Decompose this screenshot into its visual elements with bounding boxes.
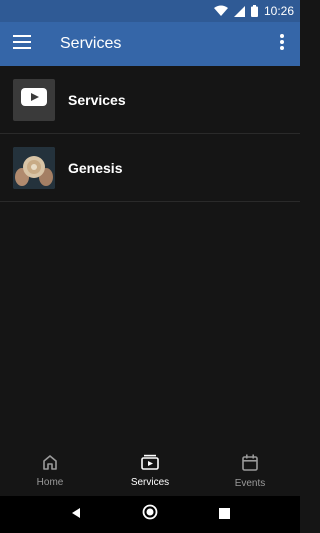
recents-icon[interactable] xyxy=(218,506,230,524)
nav-item-home[interactable]: Home xyxy=(0,446,100,496)
overflow-menu-button[interactable] xyxy=(264,22,300,66)
nav-label: Services xyxy=(130,477,170,488)
app-bar: Services xyxy=(0,22,300,66)
video-library-icon xyxy=(141,454,159,473)
thumbnail xyxy=(13,78,55,121)
services-list: Services Genesis xyxy=(0,66,300,202)
list-item-label: Services xyxy=(68,91,126,108)
nav-item-events[interactable]: Events xyxy=(200,446,300,496)
signal-icon xyxy=(233,5,245,17)
nav-label: Events xyxy=(234,477,266,489)
home-circle-icon[interactable] xyxy=(142,504,158,525)
photo-thumbnail xyxy=(13,146,55,189)
system-navigation-bar xyxy=(0,496,300,533)
hamburger-menu-icon xyxy=(13,34,31,54)
battery-icon xyxy=(250,5,258,17)
calendar-icon xyxy=(242,454,258,474)
menu-button[interactable] xyxy=(0,22,44,66)
page-title: Services xyxy=(60,35,122,52)
nav-item-services[interactable]: Services xyxy=(100,446,200,496)
list-item-label: Genesis xyxy=(68,159,123,176)
bottom-navigation: Home Services Events xyxy=(0,446,300,496)
list-item-genesis[interactable]: Genesis xyxy=(0,134,300,202)
nav-label: Home xyxy=(36,477,64,488)
wifi-icon xyxy=(213,5,228,17)
list-item-services[interactable]: Services xyxy=(0,66,300,134)
back-icon[interactable] xyxy=(70,506,82,524)
status-bar: 10:26 xyxy=(0,0,300,22)
youtube-icon xyxy=(21,88,47,111)
more-vert-icon xyxy=(280,33,284,55)
status-time: 10:26 xyxy=(263,4,294,18)
home-icon xyxy=(42,454,58,473)
